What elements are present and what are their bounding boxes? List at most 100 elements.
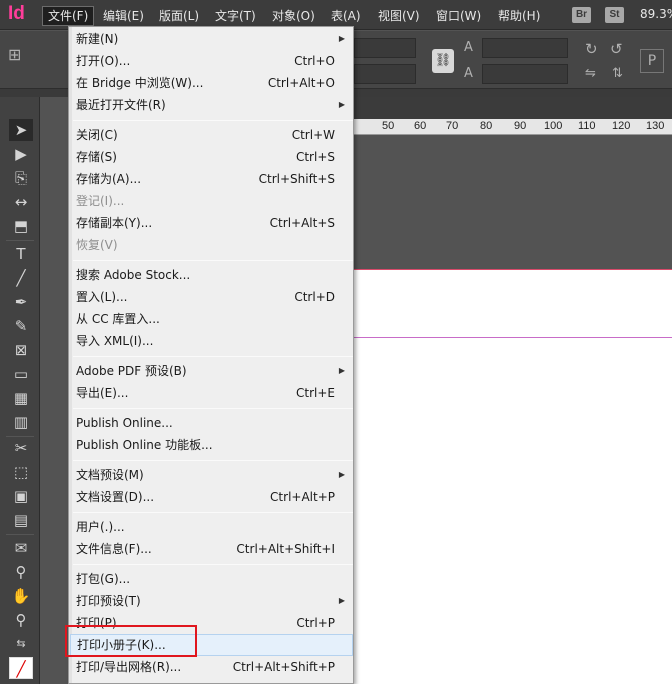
- margin-guide: [354, 337, 672, 338]
- menu-item-label: Adobe PDF 预设(B): [76, 364, 187, 378]
- menu-item-pdf-presets[interactable]: Adobe PDF 预设(B) ▶: [70, 360, 353, 382]
- rotate-cw-icon[interactable]: ↻: [585, 40, 598, 58]
- scale-x-icon: A: [464, 40, 473, 55]
- menu-item-document-presets[interactable]: 文档预设(M) ▶: [70, 464, 353, 486]
- gap-tool-icon[interactable]: ↔: [9, 191, 33, 213]
- menu-window[interactable]: 窗口(W): [431, 6, 486, 26]
- menu-item-save-as[interactable]: 存储为(A)... Ctrl+Shift+S: [70, 168, 353, 190]
- width-field[interactable]: [354, 38, 416, 58]
- menu-item-file-info[interactable]: 文件信息(F)... Ctrl+Alt+Shift+I: [70, 538, 353, 560]
- menu-item-label: 导出(E)...: [76, 386, 129, 400]
- flip-vertical-icon[interactable]: ⇅: [612, 66, 623, 81]
- free-transform-tool-icon[interactable]: ⬚: [9, 461, 33, 483]
- grid-tool-icon[interactable]: ▥: [9, 411, 33, 433]
- height-field[interactable]: [354, 64, 416, 84]
- note-tool-icon[interactable]: ✉: [9, 537, 33, 559]
- ruler-label: 120: [612, 120, 631, 132]
- ruler-label: 100: [544, 120, 563, 132]
- tools-panel: ➤ ▶ ⎘ ↔ ⬒ T ╱ ✒ ✎ ⊠ ▭ ▦ ▥ ✂ ⬚ ▣ ▤ ✉ ⚲ ✋ …: [0, 97, 40, 684]
- menu-item-print-presets[interactable]: 打印预设(T) ▶: [70, 590, 353, 612]
- menu-layout[interactable]: 版面(L): [154, 6, 204, 26]
- submenu-arrow-icon: ▶: [338, 34, 345, 43]
- ruler-label: 60: [414, 120, 427, 132]
- menu-item-place-from-cc-libraries[interactable]: 从 CC 库置入...: [70, 308, 353, 330]
- menu-item-label: 打开(O)...: [76, 54, 131, 68]
- stock-badge[interactable]: St: [605, 7, 624, 23]
- menu-item-shortcut: Ctrl+Alt+Shift+P: [232, 660, 335, 674]
- menu-item-browse-in-bridge[interactable]: 在 Bridge 中浏览(W)... Ctrl+Alt+O: [70, 72, 353, 94]
- ruler-label: 80: [480, 120, 493, 132]
- constrain-proportions-icon[interactable]: ⛓: [432, 49, 454, 73]
- menu-item-label: 在 Bridge 中浏览(W)...: [76, 76, 204, 90]
- menu-item-print-export-grid[interactable]: 打印/导出网格(R)... Ctrl+Alt+Shift+P: [70, 656, 353, 678]
- proxy-p-icon: P: [640, 49, 664, 73]
- ruler-label: 90: [514, 120, 527, 132]
- menu-separator: [73, 564, 353, 565]
- menu-item-label: 存储为(A)...: [76, 172, 142, 186]
- menu-edit[interactable]: 编辑(E): [98, 6, 149, 26]
- document-page[interactable]: [354, 270, 672, 684]
- gradient-swatch-tool-icon[interactable]: ▣: [9, 485, 33, 507]
- menu-item-place[interactable]: 置入(L)... Ctrl+D: [70, 286, 353, 308]
- menu-object[interactable]: 对象(O): [267, 6, 320, 26]
- content-collector-icon[interactable]: ⬒: [9, 215, 33, 237]
- reference-point-icon[interactable]: ⊞: [8, 45, 21, 64]
- menu-item-label: 登记(I)...: [76, 194, 125, 208]
- rotate-ccw-icon[interactable]: ↺: [610, 40, 623, 58]
- swap-colors-icon[interactable]: ⇆: [9, 633, 33, 655]
- menu-item-shortcut: Ctrl+W: [291, 128, 335, 142]
- pencil-tool-icon[interactable]: ✎: [9, 315, 33, 337]
- menu-item-save[interactable]: 存储(S) Ctrl+S: [70, 146, 353, 168]
- menu-type[interactable]: 文字(T): [210, 6, 261, 26]
- menu-item-user[interactable]: 用户(.)...: [70, 516, 353, 538]
- fill-stroke-icon[interactable]: ╱: [9, 657, 33, 679]
- menu-item-document-setup[interactable]: 文档设置(D)... Ctrl+Alt+P: [70, 486, 353, 508]
- direct-selection-tool-icon[interactable]: ▶: [9, 143, 33, 165]
- menu-item-package[interactable]: 打包(G)...: [70, 568, 353, 590]
- table-tool-icon[interactable]: ▦: [9, 387, 33, 409]
- menu-item-export[interactable]: 导出(E)... Ctrl+E: [70, 382, 353, 404]
- hand-tool-icon[interactable]: ✋: [9, 585, 33, 607]
- rectangle-frame-tool-icon[interactable]: ⊠: [9, 339, 33, 361]
- page-tool-icon[interactable]: ⎘: [9, 167, 33, 189]
- ruler-label: 110: [578, 120, 596, 132]
- menu-item-shortcut: Ctrl+D: [294, 290, 335, 304]
- menu-item-open[interactable]: 打开(O)... Ctrl+O: [70, 50, 353, 72]
- menu-item-shortcut: Ctrl+Shift+S: [258, 172, 335, 186]
- ruler-label: 50: [382, 120, 395, 132]
- eyedropper-tool-icon[interactable]: ⚲: [9, 561, 33, 583]
- menu-item-publish-online[interactable]: Publish Online...: [70, 412, 353, 434]
- rectangle-tool-icon[interactable]: ▭: [9, 363, 33, 385]
- menu-item-open-recent[interactable]: 最近打开文件(R) ▶: [70, 94, 353, 116]
- menu-file[interactable]: 文件(F): [42, 6, 95, 26]
- menu-item-publish-online-dashboard[interactable]: Publish Online 功能板...: [70, 434, 353, 456]
- scale-y-icon: A: [464, 66, 473, 81]
- menu-item-shortcut: Ctrl+Alt+P: [270, 490, 335, 504]
- menu-item-import-xml[interactable]: 导入 XML(I)...: [70, 330, 353, 352]
- line-tool-icon[interactable]: ╱: [9, 267, 33, 289]
- menu-item-label: Publish Online 功能板...: [76, 438, 213, 452]
- menu-item-label: 文件信息(F)...: [76, 542, 152, 556]
- menu-item-search-adobe-stock[interactable]: 搜索 Adobe Stock...: [70, 264, 353, 286]
- menu-table[interactable]: 表(A): [326, 6, 366, 26]
- menu-item-new[interactable]: 新建(N) ▶: [70, 28, 353, 50]
- flip-horizontal-icon[interactable]: ⇋: [585, 66, 596, 81]
- selection-tool-icon[interactable]: ➤: [9, 119, 33, 141]
- bridge-badge[interactable]: Br: [572, 7, 591, 23]
- gradient-feather-tool-icon[interactable]: ▤: [9, 509, 33, 531]
- menu-view[interactable]: 视图(V): [373, 6, 425, 26]
- scale-y-field[interactable]: [482, 64, 568, 84]
- pen-tool-icon[interactable]: ✒: [9, 291, 33, 313]
- zoom-tool-icon[interactable]: ⚲: [9, 609, 33, 631]
- zoom-level[interactable]: 89.3%: [640, 7, 672, 21]
- menu-item-save-copy[interactable]: 存储副本(Y)... Ctrl+Alt+S: [70, 212, 353, 234]
- type-tool-icon[interactable]: T: [9, 243, 33, 265]
- scissors-tool-icon[interactable]: ✂: [9, 437, 33, 459]
- menu-separator: [73, 260, 353, 261]
- document-tab-bar: [354, 97, 672, 119]
- menu-help[interactable]: 帮助(H): [493, 6, 545, 26]
- scale-x-field[interactable]: [482, 38, 568, 58]
- menu-item-shortcut: Ctrl+Alt+O: [267, 76, 335, 90]
- menu-item-close[interactable]: 关闭(C) Ctrl+W: [70, 124, 353, 146]
- submenu-arrow-icon: ▶: [338, 100, 345, 109]
